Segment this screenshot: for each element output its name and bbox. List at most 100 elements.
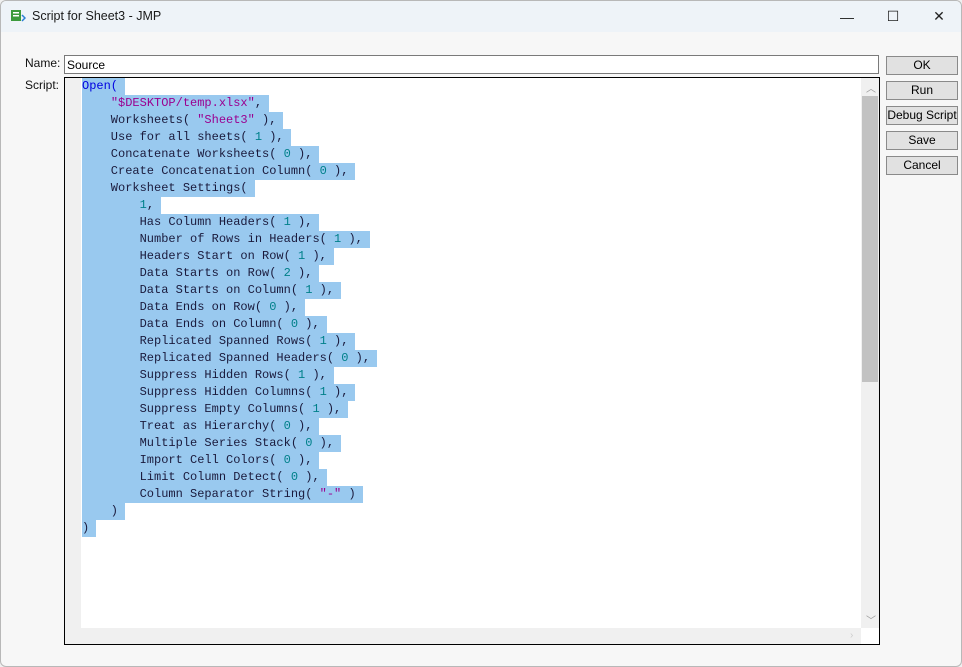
script-line[interactable]: Multiple Series Stack( 0 ), bbox=[82, 435, 377, 452]
selection-highlight: 1, bbox=[82, 197, 162, 214]
code-token: Concatenate Worksheets( bbox=[82, 147, 284, 161]
script-line[interactable]: Use for all sheets( 1 ), bbox=[82, 129, 377, 146]
script-line[interactable]: Import Cell Colors( 0 ), bbox=[82, 452, 377, 469]
code-token: Limit Column Detect( bbox=[82, 470, 291, 484]
code-token: "-" bbox=[319, 487, 342, 501]
script-line[interactable]: Number of Rows in Headers( 1 ), bbox=[82, 231, 377, 248]
script-line[interactable]: Suppress Empty Columns( 1 ), bbox=[82, 401, 377, 418]
selection-highlight: Data Ends on Row( 0 ), bbox=[82, 299, 306, 316]
script-line[interactable]: Data Ends on Column( 0 ), bbox=[82, 316, 377, 333]
code-token: ), bbox=[319, 402, 342, 416]
selection-highlight: Data Starts on Row( 2 ), bbox=[82, 265, 320, 282]
code-token: ), bbox=[305, 368, 327, 382]
code-token: Data Starts on Row( bbox=[82, 266, 284, 280]
scroll-right-icon[interactable]: › bbox=[850, 630, 853, 641]
script-line[interactable]: Data Ends on Row( 0 ), bbox=[82, 299, 377, 316]
name-label: Name: bbox=[25, 56, 61, 70]
code-token: ), bbox=[326, 334, 349, 348]
script-editor[interactable]: Open( "$DESKTOP/temp.xlsx", Worksheets( … bbox=[64, 77, 880, 645]
selection-highlight: Suppress Empty Columns( 1 ), bbox=[82, 401, 349, 418]
maximize-button[interactable]: ☐ bbox=[870, 1, 916, 32]
code-token: ), bbox=[305, 249, 327, 263]
selection-highlight: Headers Start on Row( 1 ), bbox=[82, 248, 334, 265]
selection-highlight: "$DESKTOP/temp.xlsx", bbox=[82, 95, 270, 112]
code-token: ), bbox=[290, 147, 313, 161]
script-line[interactable]: Worksheet Settings( bbox=[82, 180, 377, 197]
selection-highlight: Column Separator String( "-" ) bbox=[82, 486, 363, 503]
script-label: Script: bbox=[25, 78, 60, 92]
title-bar: Script for Sheet3 - JMP — ☐ ✕ bbox=[1, 1, 961, 32]
script-line[interactable]: Worksheets( "Sheet3" ), bbox=[82, 112, 377, 129]
selection-highlight: Use for all sheets( 1 ), bbox=[82, 129, 291, 146]
scroll-down-icon[interactable]: ﹀ bbox=[866, 612, 876, 627]
jmp-script-icon bbox=[11, 10, 26, 22]
code-token: Suppress Hidden Rows( bbox=[82, 368, 299, 382]
code-token: ), bbox=[326, 385, 349, 399]
code-token: 1 bbox=[319, 334, 327, 348]
selection-highlight: Has Column Headers( 1 ), bbox=[82, 214, 320, 231]
editor-gutter bbox=[65, 78, 81, 628]
code-token: Import Cell Colors( bbox=[82, 453, 284, 467]
script-line[interactable]: Has Column Headers( 1 ), bbox=[82, 214, 377, 231]
code-token: ) bbox=[82, 521, 90, 535]
script-line[interactable]: Replicated Spanned Headers( 0 ), bbox=[82, 350, 378, 367]
script-line[interactable]: "$DESKTOP/temp.xlsx", bbox=[82, 95, 377, 112]
selection-highlight: Number of Rows in Headers( 1 ), bbox=[82, 231, 370, 248]
script-line[interactable]: Headers Start on Row( 1 ), bbox=[82, 248, 377, 265]
selection-highlight: Open( bbox=[82, 78, 126, 95]
selection-highlight: Import Cell Colors( 0 ), bbox=[82, 452, 320, 469]
run-button[interactable]: Run bbox=[886, 81, 958, 100]
script-line[interactable]: Column Separator String( "-" ) bbox=[82, 486, 377, 503]
script-line[interactable]: 1, bbox=[82, 197, 377, 214]
selection-highlight: Suppress Hidden Columns( 1 ), bbox=[82, 384, 356, 401]
selection-highlight: Multiple Series Stack( 0 ), bbox=[82, 435, 342, 452]
code-token: , bbox=[254, 96, 263, 110]
script-code[interactable]: Open( "$DESKTOP/temp.xlsx", Worksheets( … bbox=[82, 78, 378, 537]
selection-highlight: Data Starts on Column( 1 ), bbox=[82, 282, 342, 299]
code-token: 1 bbox=[312, 402, 320, 416]
code-token: Create Concatenation Column( bbox=[82, 164, 320, 178]
code-token: Suppress Empty Columns( bbox=[82, 402, 313, 416]
script-line[interactable]: ) bbox=[82, 520, 377, 537]
script-line[interactable]: Limit Column Detect( 0 ), bbox=[82, 469, 377, 486]
code-token: Open( bbox=[82, 79, 119, 93]
code-token: ), bbox=[341, 232, 363, 246]
script-line[interactable]: ) bbox=[82, 503, 377, 520]
script-line[interactable]: Data Starts on Row( 2 ), bbox=[82, 265, 377, 282]
script-line[interactable]: Replicated Spanned Rows( 1 ), bbox=[82, 333, 377, 350]
script-line[interactable]: Create Concatenation Column( 0 ), bbox=[82, 163, 377, 180]
code-token: Data Starts on Column( bbox=[82, 283, 306, 297]
name-input[interactable] bbox=[64, 55, 879, 74]
close-button[interactable]: ✕ bbox=[916, 1, 961, 32]
selection-highlight: Data Ends on Column( 0 ), bbox=[82, 316, 327, 333]
ok-button[interactable]: OK bbox=[886, 56, 958, 75]
code-token: ), bbox=[290, 266, 313, 280]
selection-highlight: Worksheets( "Sheet3" ), bbox=[82, 112, 284, 129]
code-token: 0 bbox=[283, 453, 291, 467]
code-token: Data Ends on Column( bbox=[82, 317, 291, 331]
save-button[interactable]: Save bbox=[886, 131, 958, 150]
selection-highlight: Concatenate Worksheets( 0 ), bbox=[82, 146, 320, 163]
script-line[interactable]: Treat as Hierarchy( 0 ), bbox=[82, 418, 377, 435]
vertical-scroll-thumb[interactable] bbox=[862, 96, 878, 382]
window-title: Script for Sheet3 - JMP bbox=[32, 9, 162, 23]
code-token: Column Separator String( bbox=[82, 487, 320, 501]
script-line[interactable]: Concatenate Worksheets( 0 ), bbox=[82, 146, 377, 163]
code-token: 1 bbox=[283, 215, 291, 229]
minimize-button[interactable]: — bbox=[824, 1, 870, 32]
script-window: Script for Sheet3 - JMP — ☐ ✕ Name: Scri… bbox=[0, 0, 962, 667]
code-token: Data Ends on Row( bbox=[82, 300, 270, 314]
script-line[interactable]: Suppress Hidden Columns( 1 ), bbox=[82, 384, 377, 401]
script-line[interactable]: Data Starts on Column( 1 ), bbox=[82, 282, 377, 299]
scroll-up-icon[interactable]: ︿ bbox=[866, 80, 876, 95]
debug-script-button[interactable]: Debug Script bbox=[886, 106, 958, 125]
script-line[interactable]: Suppress Hidden Rows( 1 ), bbox=[82, 367, 377, 384]
cancel-button[interactable]: Cancel bbox=[886, 156, 958, 175]
code-token: ), bbox=[348, 351, 371, 365]
script-line[interactable]: Open( bbox=[82, 78, 377, 95]
selection-highlight: Suppress Hidden Rows( 1 ), bbox=[82, 367, 334, 384]
code-token: Headers Start on Row( bbox=[82, 249, 299, 263]
horizontal-scrollbar[interactable] bbox=[65, 628, 861, 644]
